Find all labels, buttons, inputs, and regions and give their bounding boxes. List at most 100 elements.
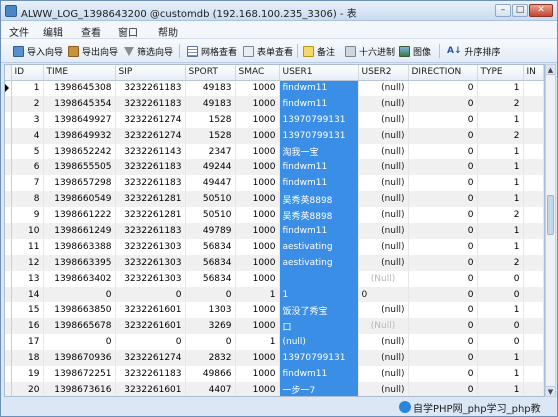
column-header-user2[interactable]: USER2 <box>358 65 409 81</box>
cell-id[interactable]: 20 <box>11 381 44 396</box>
cell-user1[interactable]: findwm11 <box>279 95 359 112</box>
menu-edit[interactable]: 编辑 <box>43 24 63 39</box>
cell-user1[interactable]: 1 <box>279 286 359 303</box>
cell-direction[interactable]: 0 <box>408 159 478 176</box>
cell-type[interactable]: 0 <box>477 318 524 335</box>
scroll-up-icon[interactable]: ▲ <box>546 65 555 75</box>
cell-in[interactable] <box>523 223 544 239</box>
cell-smac[interactable]: 1000 <box>235 175 280 192</box>
cell-smac[interactable]: 1000 <box>235 270 280 287</box>
column-header-id[interactable]: ID <box>11 65 44 81</box>
form-view-button[interactable]: 表单查看 <box>243 44 293 58</box>
cell-in[interactable] <box>523 207 544 224</box>
cell-sport[interactable]: 50510 <box>185 207 236 224</box>
cell-direction[interactable]: 0 <box>408 223 478 239</box>
cell-type[interactable]: 1 <box>477 191 524 208</box>
cell-user1[interactable]: findwm11 <box>279 223 359 239</box>
menu-window[interactable]: 窗口 <box>118 24 138 39</box>
cell-sip[interactable]: 3232261281 <box>115 191 186 208</box>
column-header-time[interactable]: TIME <box>43 65 116 81</box>
column-header-type[interactable]: TYPE <box>477 65 524 81</box>
cell-user2[interactable]: (null) <box>358 381 409 396</box>
cell-sport[interactable]: 50510 <box>185 191 236 208</box>
cell-smac[interactable]: 1000 <box>235 159 280 176</box>
cell-user1[interactable]: 吴秀英8898 <box>279 191 359 208</box>
cell-direction[interactable]: 0 <box>408 286 478 303</box>
cell-sport[interactable]: 0 <box>185 334 236 351</box>
cell-user1[interactable] <box>279 270 359 287</box>
menu-view[interactable]: 查看 <box>81 24 101 39</box>
cell-sport[interactable]: 49183 <box>185 95 236 112</box>
cell-user1[interactable]: 淘我一宝 <box>279 143 359 160</box>
cell-smac[interactable]: 1000 <box>235 223 280 239</box>
cell-in[interactable] <box>523 318 544 335</box>
cell-user1[interactable]: (null) <box>279 334 359 351</box>
cell-direction[interactable]: 0 <box>408 366 478 382</box>
cell-smac[interactable]: 1000 <box>235 127 280 144</box>
column-header-sport[interactable]: SPORT <box>185 65 236 81</box>
menu-file[interactable]: 文件 <box>9 24 29 39</box>
cell-user2[interactable]: (null) <box>358 254 409 271</box>
cell-direction[interactable]: 0 <box>408 127 478 144</box>
cell-in[interactable] <box>523 286 544 303</box>
cell-user2[interactable]: (Null) <box>358 318 409 335</box>
cell-sip[interactable]: 3232261281 <box>115 207 186 224</box>
cell-sip[interactable]: 3232261143 <box>115 143 186 160</box>
import-wizard-button[interactable]: 导入向导 <box>13 44 63 58</box>
cell-user1[interactable]: 13970799131 <box>279 111 359 128</box>
cell-user2[interactable]: (Null) <box>358 270 409 287</box>
cell-id[interactable]: 2 <box>11 95 44 112</box>
cell-direction[interactable]: 0 <box>408 95 478 112</box>
table-row[interactable]: 10 1398661249 3232261183 49789 1000 findwm11(… <box>5 223 544 239</box>
cell-sip[interactable]: 3232261183 <box>115 159 186 176</box>
cell-user1[interactable]: 13970799131 <box>279 127 359 144</box>
cell-time[interactable]: 1398672251 <box>43 366 116 382</box>
cell-sport[interactable]: 49183 <box>185 80 236 96</box>
cell-time[interactable]: 1398673616 <box>43 381 116 396</box>
cell-time[interactable]: 1398663850 <box>43 302 116 319</box>
cell-id[interactable]: 3 <box>11 111 44 128</box>
cell-id[interactable]: 14 <box>11 286 44 303</box>
table-row[interactable]: 1 1398645308 3232261183 49183 1000 findwm11 (n… <box>5 80 544 96</box>
data-grid[interactable]: ID TIME SIP SPORT SMAC USER1 USER2 DIREC… <box>4 64 545 397</box>
cell-time[interactable]: 1398670936 <box>43 350 116 367</box>
cell-user2[interactable]: (null) <box>358 143 409 160</box>
export-wizard-button[interactable]: 导出向导 <box>68 44 118 58</box>
cell-time[interactable]: 1398663388 <box>43 238 116 255</box>
table-row[interactable]: 16 1398665678 3232261601 3269 1000 口 (Null) 0 0 <box>5 318 544 335</box>
cell-direction[interactable]: 0 <box>408 175 478 192</box>
minimize-button[interactable]: – <box>495 4 511 17</box>
cell-type[interactable]: 1 <box>477 238 524 255</box>
cell-id[interactable]: 15 <box>11 302 44 319</box>
table-row[interactable]: 17 0 0 0 1 (null) (null) 0 0 <box>5 334 544 351</box>
cell-user1[interactable]: findwm11 <box>279 175 359 192</box>
hex-button[interactable]: 十六进制 <box>345 44 395 58</box>
cell-sport[interactable]: 4407 <box>185 381 236 396</box>
cell-user2[interactable]: (null) <box>358 366 409 382</box>
cell-direction[interactable]: 0 <box>408 350 478 367</box>
cell-type[interactable]: 2 <box>477 254 524 271</box>
cell-sport[interactable]: 1303 <box>185 302 236 319</box>
cell-time[interactable]: 1398663402 <box>43 270 116 287</box>
column-header-smac[interactable]: SMAC <box>235 65 280 81</box>
cell-sport[interactable]: 49789 <box>185 223 236 239</box>
cell-direction[interactable]: 0 <box>408 80 478 96</box>
column-header-user1[interactable]: USER1 <box>279 65 359 81</box>
cell-user2[interactable]: (null) <box>358 207 409 224</box>
filter-wizard-button[interactable]: 筛选向导 <box>124 44 173 58</box>
image-button[interactable]: 图像 <box>399 44 431 58</box>
maximize-button[interactable]: □ <box>512 4 528 17</box>
cell-in[interactable] <box>523 238 544 255</box>
cell-type[interactable]: 1 <box>477 350 524 367</box>
table-row[interactable]: 3 1398649927 3232261274 1528 1000 13970799131… <box>5 111 544 128</box>
cell-in[interactable] <box>523 127 544 144</box>
cell-in[interactable] <box>523 111 544 128</box>
cell-time[interactable]: 0 <box>43 286 116 303</box>
column-header-sip[interactable]: SIP <box>115 65 186 81</box>
cell-smac[interactable]: 1000 <box>235 111 280 128</box>
table-row[interactable]: 15 1398663850 3232261601 1303 1000 饭没了秀宝 (null… <box>5 302 544 319</box>
cell-user2[interactable]: (null) <box>358 302 409 319</box>
table-row[interactable]: 6 1398655505 3232261183 49244 1000 findwm11 (n… <box>5 159 544 176</box>
cell-type[interactable]: 0 <box>477 286 524 303</box>
cell-direction[interactable]: 0 <box>408 270 478 287</box>
